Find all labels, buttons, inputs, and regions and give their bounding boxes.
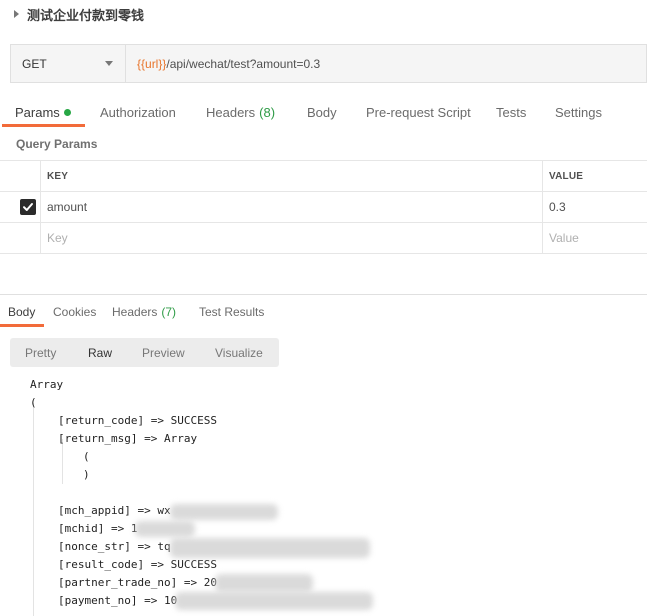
active-response-tab-indicator [0, 324, 44, 327]
chevron-down-icon [105, 61, 113, 66]
caret-right-icon[interactable] [14, 10, 19, 18]
tab-headers-label: Headers [206, 104, 256, 120]
value-column-header: VALUE [549, 170, 584, 182]
tab-params-label: Params [15, 104, 60, 120]
response-tab-cookies[interactable]: Cookies [53, 302, 96, 322]
code-line: ( [83, 450, 90, 463]
request-title-row[interactable]: 测试企业付款到零钱 [14, 6, 145, 23]
indent-guide [33, 403, 34, 616]
response-tab-test-results-label: Test Results [199, 305, 265, 319]
response-tab-body-label: Body [8, 305, 36, 319]
url-variable: {{url}} [137, 56, 167, 71]
column-divider [542, 223, 543, 253]
code-line: Array [30, 378, 64, 391]
code-line: ) [83, 468, 90, 481]
params-header-row: KEY VALUE [0, 161, 647, 192]
column-divider [542, 161, 543, 191]
table-row: Key Value [0, 223, 647, 254]
query-params-label: Query Params [16, 137, 98, 151]
code-line: [mchid] => 1 [58, 522, 138, 535]
column-divider [40, 192, 41, 222]
column-divider [40, 223, 41, 253]
params-table: KEY VALUE amount 0.3 Key Value [0, 160, 647, 254]
tab-headers[interactable]: Headers (8) [206, 100, 275, 124]
param-value-field[interactable]: 0.3 [549, 192, 566, 222]
tab-tests[interactable]: Tests [496, 100, 526, 124]
tab-settings-label: Settings [555, 104, 602, 120]
pane-divider[interactable] [0, 294, 647, 295]
tab-params[interactable]: Params [15, 100, 71, 124]
response-tab-test-results[interactable]: Test Results [199, 302, 264, 322]
redacted-value [170, 538, 370, 558]
view-pretty-button[interactable]: Pretty [25, 338, 56, 367]
column-divider [40, 161, 41, 191]
response-tab-cookies-label: Cookies [53, 305, 97, 319]
tab-headers-count: (8) [259, 104, 276, 120]
code-line: [nonce_str] => tq [58, 540, 171, 553]
tab-pre-request-script[interactable]: Pre-request Script [366, 100, 471, 124]
code-line: [mch_appid] => wx [58, 504, 171, 517]
response-tabs: Body Cookies Headers (7) Test Results [0, 302, 647, 327]
param-key-field[interactable]: amount [47, 192, 87, 222]
view-raw-button[interactable]: Raw [88, 338, 112, 367]
tab-body-label: Body [307, 104, 337, 120]
code-line: [partner_trade_no] => 20 [58, 576, 217, 589]
redacted-value [175, 592, 373, 610]
tab-tests-label: Tests [496, 104, 527, 120]
redacted-value [215, 574, 313, 592]
response-tab-headers[interactable]: Headers (7) [112, 302, 176, 322]
response-tab-body[interactable]: Body [8, 302, 35, 322]
code-line: [return_code] => SUCCESS [58, 414, 217, 427]
param-enabled-checkbox[interactable] [20, 199, 36, 215]
tab-settings[interactable]: Settings [555, 100, 602, 124]
url-path: /api/wechat/test?amount=0.3 [166, 56, 321, 71]
table-row: amount 0.3 [0, 192, 647, 223]
method-label: GET [22, 56, 47, 71]
column-divider [542, 192, 543, 222]
request-tabs: Params Authorization Headers (8) Body Pr… [0, 100, 647, 127]
code-line: [return_msg] => Array [58, 432, 198, 445]
view-visualize-button[interactable]: Visualize [215, 338, 263, 367]
redacted-value [135, 521, 195, 537]
view-preview-button[interactable]: Preview [142, 338, 185, 367]
url-bar: GET {{url}}/api/wechat/test?amount=0.3 [10, 44, 647, 83]
code-line: ( [30, 396, 37, 409]
code-line: [payment_no] => 10 [58, 594, 178, 607]
check-icon [23, 203, 33, 211]
tab-pre-request-script-label: Pre-request Script [366, 104, 471, 120]
code-line: [result_code] => SUCCESS [58, 558, 217, 571]
response-tab-headers-label: Headers [112, 305, 158, 319]
url-input[interactable]: {{url}}/api/wechat/test?amount=0.3 [126, 45, 646, 82]
active-dot-icon [63, 108, 71, 116]
tab-authorization[interactable]: Authorization [100, 100, 176, 124]
request-title: 测试企业付款到零钱 [27, 7, 145, 23]
response-body[interactable]: Array ( [return_code] => SUCCESS [return… [0, 376, 647, 616]
tab-authorization-label: Authorization [100, 104, 176, 120]
active-tab-indicator [2, 124, 85, 127]
key-column-header: KEY [47, 170, 69, 182]
method-select[interactable]: GET [11, 45, 126, 82]
redacted-value [170, 504, 278, 520]
response-tab-headers-count: (7) [161, 305, 177, 319]
view-mode-bar: Pretty Raw Preview Visualize [10, 338, 279, 367]
new-value-input[interactable]: Value [549, 223, 579, 253]
new-key-input[interactable]: Key [47, 223, 68, 253]
tab-body[interactable]: Body [307, 100, 337, 124]
